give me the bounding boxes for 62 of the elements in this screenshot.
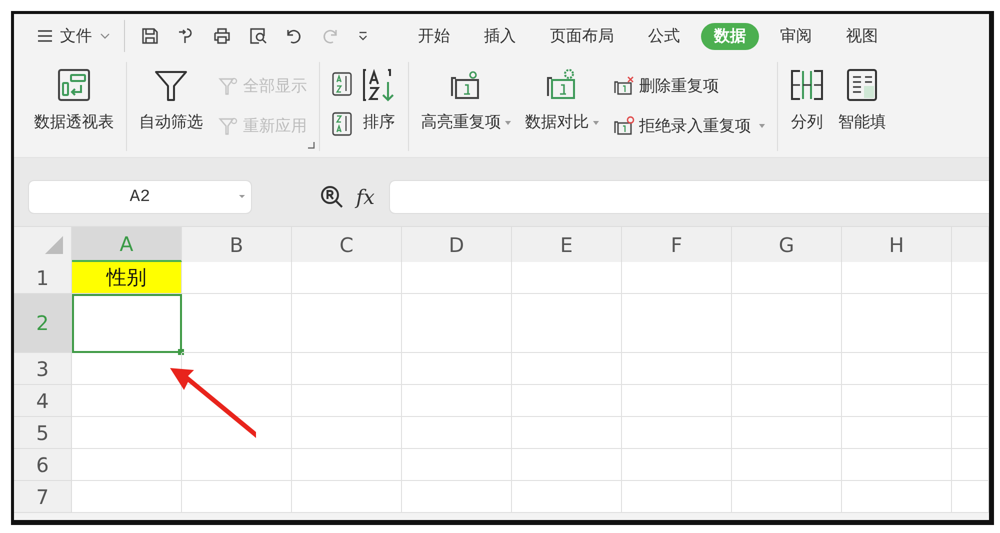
table-fill-icon xyxy=(845,68,879,102)
column-header[interactable]: D xyxy=(402,227,512,262)
duplicate-option-button[interactable]: 删除重复项 xyxy=(609,68,769,104)
funnel-icon xyxy=(217,116,239,136)
reject-duplicates-icon xyxy=(613,116,635,136)
table-cell: 性别 xyxy=(72,262,182,294)
column-header[interactable]: F xyxy=(622,227,732,262)
ribbon-tab[interactable]: 页面布局 xyxy=(537,22,627,50)
ribbon-tab[interactable]: 审阅 xyxy=(767,22,825,50)
file-menu[interactable]: 文件 xyxy=(36,26,112,46)
pivot-table-button[interactable]: 数据透视表 xyxy=(30,62,118,135)
column-header[interactable]: C xyxy=(292,227,402,262)
column-header[interactable]: H xyxy=(842,227,952,262)
auto-filter-button[interactable]: 自动筛选 xyxy=(135,62,207,135)
sort-descending-icon[interactable] xyxy=(332,112,352,136)
formula-label: fx xyxy=(356,185,375,209)
table-cell xyxy=(952,294,989,353)
menu-icon xyxy=(36,28,54,44)
caret-icon xyxy=(593,120,599,124)
table-cell xyxy=(952,353,989,385)
table-cell xyxy=(952,262,989,294)
table-cell xyxy=(952,481,989,513)
sort-button[interactable]: 排序 xyxy=(358,62,400,135)
column-header[interactable]: E xyxy=(512,227,622,262)
table-cell xyxy=(952,449,989,481)
row-header[interactable]: 7 xyxy=(14,481,72,513)
row-header[interactable]: 5 xyxy=(14,417,72,449)
funnel-icon xyxy=(154,68,188,102)
caret-icon xyxy=(505,120,511,124)
name-box[interactable]: A2 xyxy=(28,180,252,214)
pivot-table-icon xyxy=(57,68,91,102)
duplicate-option-button[interactable]: 拒绝录入重复项 xyxy=(609,108,769,144)
row-header[interactable]: 6 xyxy=(14,449,72,481)
print-icon[interactable] xyxy=(212,26,232,46)
remove-duplicates-icon xyxy=(613,76,635,96)
row-header[interactable]: 4 xyxy=(14,385,72,417)
row-header[interactable]: 1 xyxy=(14,262,72,294)
split-column-button[interactable]: 分列 xyxy=(786,62,828,135)
duplicate-tool-button[interactable]: 高亮重复项 xyxy=(417,62,515,135)
zoom-icon[interactable] xyxy=(320,185,344,209)
formula-input[interactable] xyxy=(388,180,989,214)
ribbon-tab[interactable]: 开始 xyxy=(405,22,463,50)
duplicate-tool-button[interactable]: 数据对比 xyxy=(521,62,603,135)
table-cell xyxy=(952,385,989,417)
customize-icon[interactable] xyxy=(356,29,370,43)
row-header[interactable]: 3 xyxy=(14,353,72,385)
ribbon-tab[interactable]: 插入 xyxy=(471,22,529,50)
caret-icon xyxy=(759,124,765,128)
ribbon-tab[interactable]: 公式 xyxy=(635,22,693,50)
sort-icon xyxy=(362,68,396,102)
print-preview-icon[interactable] xyxy=(248,26,268,46)
save-icon[interactable] xyxy=(140,26,160,46)
smart-fill-button[interactable]: 智能填 xyxy=(834,62,890,135)
ribbon-tab[interactable]: 视图 xyxy=(833,22,891,50)
table-cell xyxy=(952,417,989,449)
active-cell[interactable] xyxy=(72,294,182,353)
column-header[interactable]: G xyxy=(732,227,842,262)
split-columns-icon xyxy=(790,68,824,102)
funnel-icon xyxy=(217,76,239,96)
dialog-launcher-icon[interactable] xyxy=(307,141,315,149)
sort-ascending-icon[interactable] xyxy=(332,72,352,96)
column-header[interactable]: B xyxy=(182,227,292,262)
